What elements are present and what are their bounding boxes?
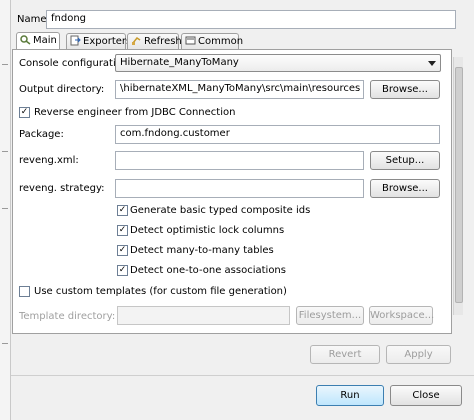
one-to-one-checkbox[interactable]: ✓ [117, 265, 128, 276]
tab-main[interactable]: Main [16, 32, 60, 50]
reveng-strategy-browse-button[interactable]: Browse... [370, 179, 440, 198]
tree-marker [2, 343, 8, 344]
apply-button[interactable]: Apply [386, 345, 451, 364]
chevron-down-icon [428, 61, 436, 66]
exporters-icon [70, 35, 81, 46]
panel-scrollbar[interactable] [453, 57, 463, 315]
composite-ids-checkbox[interactable]: ✓ [117, 205, 128, 216]
output-directory-label: Output directory: [19, 84, 105, 95]
name-label: Name: [17, 14, 50, 25]
reveng-strategy-input[interactable] [115, 179, 364, 198]
output-directory-input[interactable]: \hibernateXML_ManyToMany\src\main\resour… [115, 80, 364, 99]
package-label: Package: [19, 129, 64, 140]
template-directory-input[interactable] [117, 306, 290, 325]
refresh-icon [131, 35, 142, 46]
tab-label: Exporters [83, 36, 132, 47]
composite-ids-label: Generate basic typed composite ids [130, 205, 311, 216]
revert-button[interactable]: Revert [310, 345, 380, 364]
optimistic-lock-checkbox[interactable]: ✓ [117, 225, 128, 236]
tab-label: Refresh [144, 36, 182, 47]
tab-label: Common [198, 36, 244, 47]
optimistic-lock-label: Detect optimistic lock columns [130, 225, 285, 236]
footer-separator [11, 375, 474, 376]
many-to-many-label: Detect many-to-many tables [130, 245, 274, 256]
main-config-icon [20, 34, 31, 45]
reveng-strategy-label: reveng. strategy: [19, 183, 105, 194]
many-to-many-checkbox[interactable]: ✓ [117, 245, 128, 256]
close-button[interactable]: Close [390, 385, 462, 406]
one-to-one-label: Detect one-to-one associations [130, 265, 286, 276]
tab-exporters[interactable]: Exporters [66, 33, 131, 49]
package-input[interactable]: com.fndong.customer [115, 125, 440, 144]
common-icon [185, 35, 196, 46]
custom-templates-label: Use custom templates (for custom file ge… [34, 286, 287, 297]
filesystem-button[interactable]: Filesystem... [296, 306, 364, 325]
tab-label: Main [33, 35, 57, 46]
reveng-xml-input[interactable] [115, 151, 364, 170]
tree-marker [2, 64, 8, 65]
console-configuration-select[interactable]: Hibernate_ManyToMany [115, 54, 441, 72]
scrollbar-thumb[interactable] [455, 67, 463, 303]
left-pane-edge [0, 0, 11, 420]
custom-templates-checkbox[interactable] [19, 286, 30, 297]
reverse-engineer-label: Reverse engineer from JDBC Connection [34, 107, 236, 118]
output-directory-browse-button[interactable]: Browse... [370, 80, 440, 99]
workspace-button[interactable]: Workspace... [369, 306, 434, 325]
reveng-xml-setup-button[interactable]: Setup... [370, 151, 440, 170]
template-directory-label: Template directory: [19, 311, 116, 322]
run-button[interactable]: Run [316, 385, 384, 406]
console-configuration-value: Hibernate_ManyToMany [120, 57, 239, 68]
tab-common[interactable]: Common [181, 33, 243, 49]
tab-refresh[interactable]: Refresh [127, 33, 182, 49]
tree-marker [2, 151, 8, 152]
reverse-engineer-checkbox[interactable]: ✓ [19, 107, 30, 118]
tree-marker [2, 208, 8, 209]
reveng-xml-label: reveng.xml: [19, 155, 79, 166]
name-input[interactable]: fndong [46, 10, 456, 29]
